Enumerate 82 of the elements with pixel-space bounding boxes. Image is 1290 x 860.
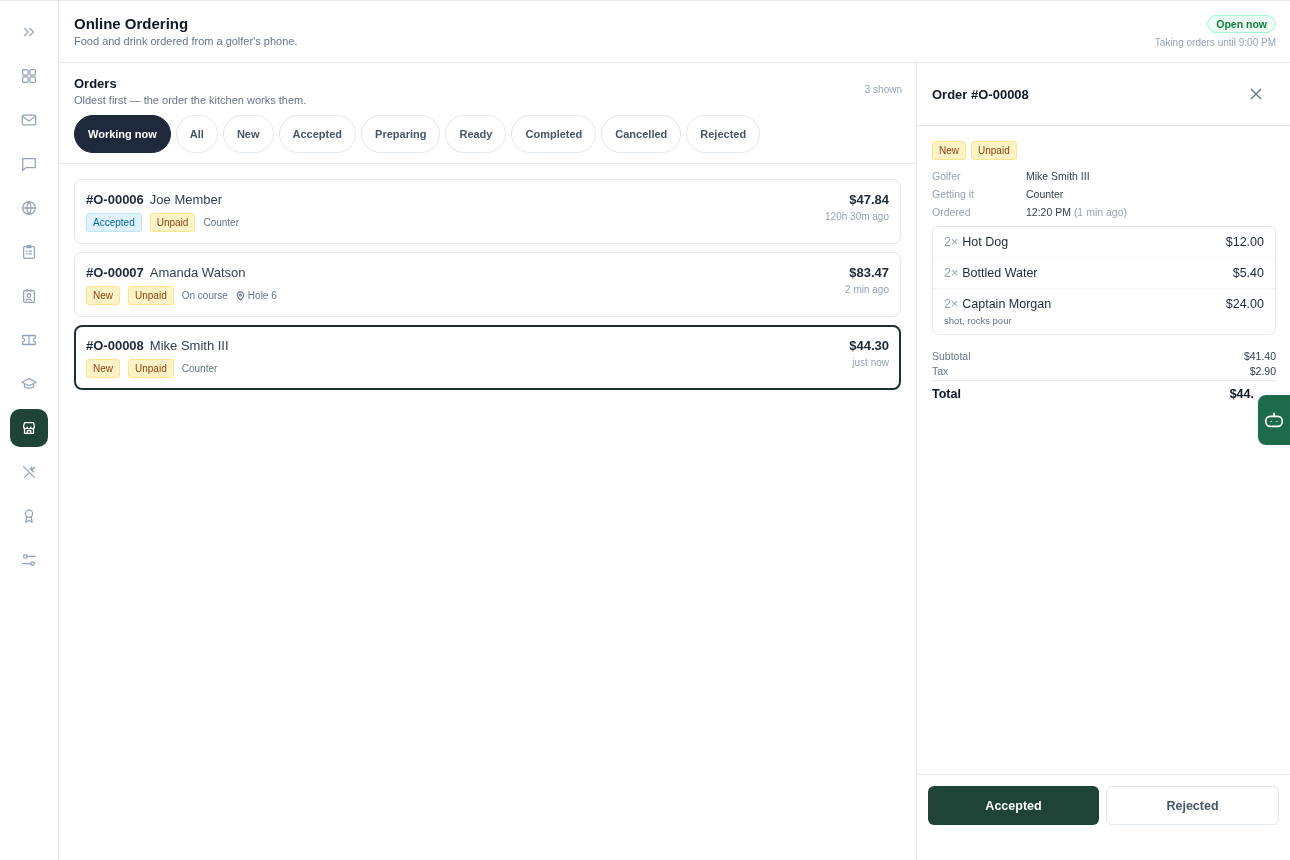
- page-title: Online Ordering: [74, 15, 190, 32]
- order-age: 120h 30m ago: [825, 211, 889, 222]
- status-tag: Unpaid: [128, 359, 174, 378]
- assistant-button[interactable]: [1258, 395, 1290, 445]
- item-name: Hot Dog: [962, 235, 1009, 249]
- filter-chip[interactable]: Accepted: [278, 115, 357, 153]
- result-count: 3 shown: [864, 84, 902, 97]
- store-icon: [20, 419, 38, 437]
- order-number: #O-00007: [86, 265, 144, 280]
- pin-icon: [235, 290, 245, 301]
- status-tag: New: [86, 286, 120, 305]
- item-price: $5.40: [1232, 266, 1264, 280]
- tax-value: $2.90: [1249, 365, 1276, 377]
- sliders-icon: [20, 551, 38, 569]
- hours-text: Taking orders until 9:00 PM: [1154, 37, 1276, 48]
- status-tag: Unpaid: [971, 141, 1017, 160]
- filter-chip[interactable]: Working now: [74, 115, 171, 153]
- detail-title: Order #O-00008: [932, 86, 1029, 102]
- item-note: shot, rocks pour: [944, 315, 1013, 326]
- order-number: #O-00006: [86, 192, 144, 207]
- status-tag: Unpaid: [149, 213, 196, 232]
- tax-label: Tax: [932, 365, 949, 377]
- sidebar-item[interactable]: [10, 409, 48, 447]
- filter-chip[interactable]: Cancelled: [601, 115, 682, 153]
- field-label: Golfer: [932, 170, 962, 182]
- order-number: #O-00008: [86, 338, 144, 353]
- order-age: 2 min ago: [845, 284, 889, 295]
- status-tag: Accepted: [86, 213, 142, 232]
- status-pill: Open now: [1207, 15, 1276, 33]
- clipboard-icon: [20, 243, 38, 261]
- filter-chip[interactable]: Completed: [511, 115, 597, 153]
- item-price: $12.00: [1225, 235, 1264, 249]
- field-value: 12:20 PM: [1026, 206, 1071, 218]
- globe-icon: [20, 199, 38, 217]
- order-total: $44.30: [849, 338, 889, 353]
- customer-name: Amanda Watson: [149, 265, 246, 280]
- section-title: Orders: [74, 76, 118, 91]
- reject-button[interactable]: Rejected: [1106, 786, 1279, 825]
- item-name: Bottled Water: [962, 266, 1038, 280]
- subtotal-value: $41.40: [1243, 350, 1276, 362]
- utensils-icon: [20, 463, 38, 481]
- item-quantity: 2×: [944, 266, 959, 280]
- order-card[interactable]: #O-00007 Amanda Watson New Unpaid On course Hole 6 $83.47 2 min ago: [74, 252, 901, 317]
- pickup-place: Counter: [181, 363, 218, 374]
- subtotal-label: Subtotal: [932, 350, 971, 362]
- item-price: $24.00: [1225, 297, 1264, 311]
- item-quantity: 2×: [944, 235, 959, 249]
- accept-button[interactable]: Accepted: [928, 786, 1099, 825]
- status-tag: New: [86, 359, 120, 378]
- status-tag: New: [932, 141, 966, 160]
- filter-chip[interactable]: Preparing: [361, 115, 441, 153]
- pickup-place: Counter: [203, 217, 239, 228]
- order-age: just now: [851, 357, 889, 368]
- page-subtitle: Food and drink ordered from a golfer's phone.: [74, 35, 298, 47]
- customer-name: Mike Smith III: [149, 338, 229, 353]
- grid-icon: [20, 67, 38, 85]
- total-label: Total: [932, 387, 961, 401]
- order-card[interactable]: #O-00008 Mike Smith III New Unpaid Counter $44.30 just now: [74, 325, 901, 390]
- field-value: Mike Smith III: [1026, 170, 1090, 182]
- status-tag: Unpaid: [128, 286, 174, 305]
- filter-chip[interactable]: All: [175, 115, 218, 153]
- total-value: $44.: [1229, 387, 1254, 401]
- pickup-place: On course: [181, 290, 228, 301]
- order-total: $83.47: [848, 265, 889, 280]
- filter-chip[interactable]: Rejected: [686, 115, 761, 153]
- order-card[interactable]: #O-00006 Joe Member Accepted Unpaid Counter $47.84 120h 30m ago: [74, 179, 901, 244]
- customer-name: Joe Member: [149, 192, 223, 207]
- field-note: (1 min ago): [1073, 206, 1127, 218]
- badge-icon: [20, 287, 38, 305]
- filter-chip[interactable]: New: [222, 115, 274, 153]
- section-subtitle: Oldest first — the order the kitchen works them.: [74, 94, 307, 106]
- filter-chip[interactable]: Ready: [445, 115, 507, 153]
- hole-label: Hole 6: [247, 290, 277, 301]
- item-name: Captain Morgan: [962, 297, 1052, 311]
- field-value: Counter: [1026, 188, 1064, 200]
- mail-icon: [20, 111, 38, 129]
- item-quantity: 2×: [944, 297, 959, 311]
- chat-icon: [20, 155, 38, 173]
- field-label: Getting it: [932, 188, 976, 200]
- field-label: Ordered: [932, 206, 972, 218]
- order-total: $47.84: [848, 192, 889, 207]
- close-icon[interactable]: [1250, 88, 1262, 100]
